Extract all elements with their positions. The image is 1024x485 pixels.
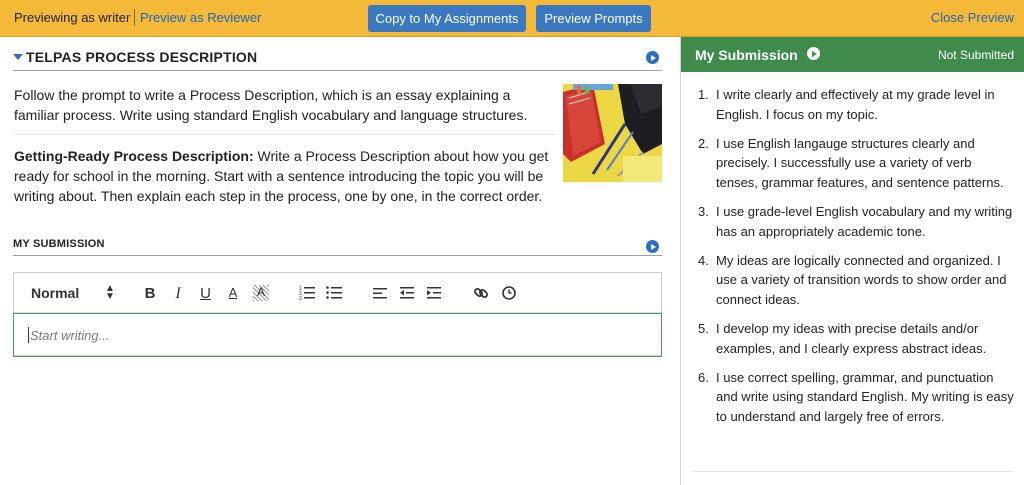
topbar-divider <box>134 9 135 26</box>
link-icon[interactable] <box>473 285 489 301</box>
text-cursor <box>28 327 29 343</box>
submission-status: Not Submitted <box>937 48 1014 62</box>
editor-placeholder: Start writing... <box>30 328 110 343</box>
content-divider <box>14 134 556 135</box>
align-left-icon[interactable] <box>372 285 388 301</box>
copy-to-assignments-button[interactable]: Copy to My Assignments <box>368 5 526 32</box>
prompt-title: Getting-Ready Process Description: <box>14 148 254 164</box>
font-color-icon[interactable]: A <box>226 285 240 301</box>
criteria-list: 1. I write clearly and effectively at my … <box>695 85 1017 436</box>
preview-as-reviewer-link[interactable]: Preview as Reviewer <box>140 10 261 25</box>
my-submission-header: My Submission Not Submitted <box>681 37 1024 72</box>
criteria-item: 5. I develop my ideas with precise detail… <box>698 320 987 356</box>
select-arrows-icon: ▲ ▼ <box>105 283 115 302</box>
indent-icon[interactable] <box>426 285 442 301</box>
panel-divider <box>693 471 1013 472</box>
my-submission-panel: My Submission Not Submitted 1. I write cl… <box>680 37 1024 485</box>
preview-prompts-button[interactable]: Preview Prompts <box>536 5 651 32</box>
play-audio-icon[interactable] <box>807 47 820 60</box>
assignment-intro: Follow the prompt to write a Process Des… <box>14 87 528 123</box>
preview-topbar: Previewing as writer Preview as Reviewer… <box>0 0 1024 37</box>
criteria-item: 3. I use grade-level English vocabulary a… <box>698 203 1013 239</box>
submission-section-header: MY SUBMISSION <box>13 235 662 256</box>
my-submission-title: My Submission <box>695 47 798 63</box>
outdent-icon[interactable] <box>399 285 415 301</box>
assignment-section-header[interactable]: TELPAS PROCESS DESCRIPTION <box>13 44 662 71</box>
ordered-list-icon[interactable]: 1 2 3 <box>299 285 315 301</box>
clock-icon[interactable] <box>501 285 517 301</box>
play-audio-icon[interactable] <box>646 51 659 64</box>
submission-text-area[interactable]: Start writing... <box>13 313 662 357</box>
bold-icon[interactable]: B <box>142 285 158 302</box>
format-select[interactable]: Normal ▲ ▼ <box>31 283 121 302</box>
criteria-item: 6. I use correct spelling, grammar, and p… <box>698 369 1014 424</box>
highlight-icon[interactable]: A <box>253 285 269 301</box>
svg-text:3: 3 <box>299 296 302 301</box>
school-supplies-image <box>563 84 662 182</box>
rich-text-editor: Normal ▲ ▼ B I U A A 1 2 3 Start writing… <box>13 272 662 357</box>
editor-toolbar: Normal ▲ ▼ B I U A A 1 2 3 <box>14 273 661 313</box>
assignment-prompt: Getting-Ready Process Description: Write… <box>14 146 554 206</box>
italic-icon[interactable]: I <box>171 285 185 302</box>
criteria-item: 4. My ideas are logically connected and o… <box>698 252 1007 307</box>
collapse-caret-icon[interactable] <box>13 54 23 60</box>
criteria-item: 1. I write clearly and effectively at my … <box>698 87 995 122</box>
assignment-title: TELPAS PROCESS DESCRIPTION <box>26 49 258 65</box>
underline-icon[interactable]: U <box>198 285 213 302</box>
bullet-list-icon[interactable] <box>326 285 342 301</box>
submission-title: MY SUBMISSION <box>13 238 105 250</box>
format-select-value: Normal <box>31 285 80 301</box>
close-preview-link[interactable]: Close Preview <box>931 10 1014 25</box>
criteria-item: 2. I use English langauge structures clea… <box>698 135 1004 190</box>
play-audio-icon[interactable] <box>646 240 659 253</box>
school-supplies-illustration <box>563 84 662 182</box>
preview-mode-label: Previewing as writer <box>14 10 131 25</box>
